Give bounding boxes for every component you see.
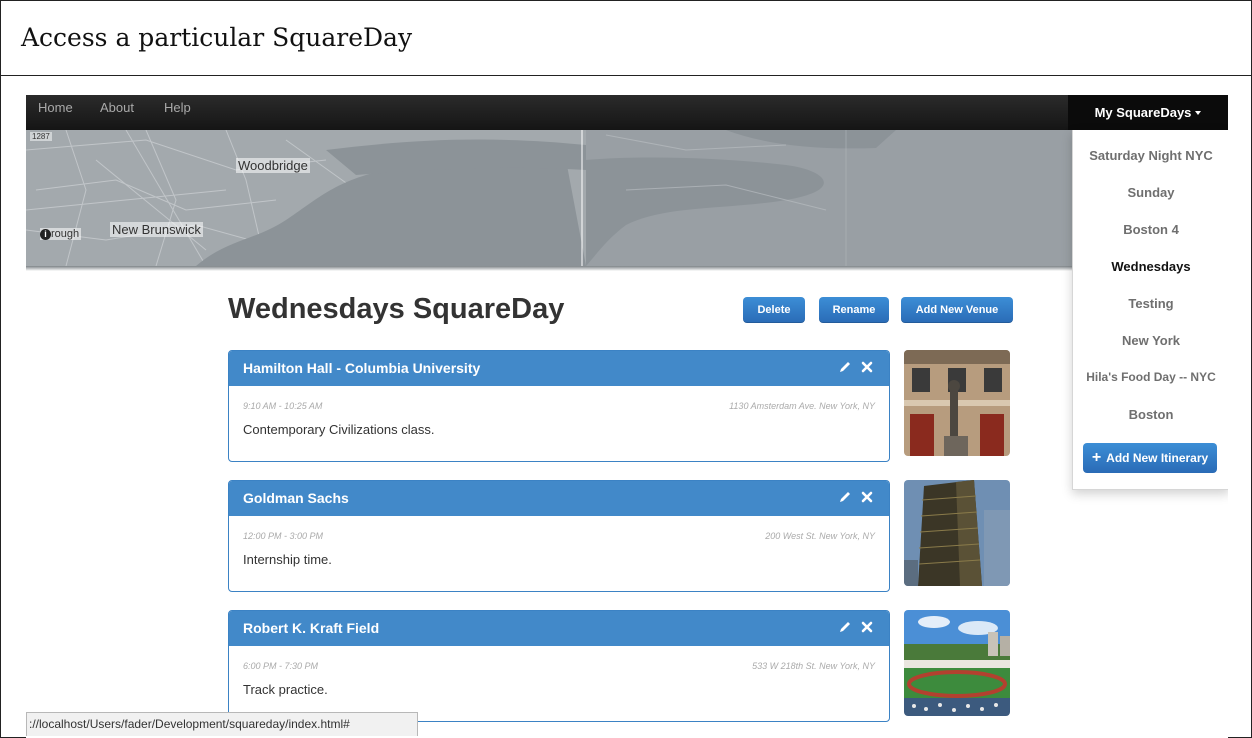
venue-header: Robert K. Kraft Field xyxy=(229,611,889,646)
dropdown-item-boston-4[interactable]: Boston 4 xyxy=(1073,222,1228,237)
nav-about-link[interactable]: About xyxy=(100,100,134,115)
venue-photo-kraft-field xyxy=(904,610,1010,716)
venue-description: Track practice. xyxy=(243,682,328,697)
nav-home-link[interactable]: Home xyxy=(38,100,73,115)
add-new-itinerary-label: Add New Itinerary xyxy=(1106,451,1209,465)
my-squaredays-label: My SquareDays xyxy=(1094,105,1192,120)
map-label-rough: i rough xyxy=(40,228,82,240)
venue-card[interactable]: Robert K. Kraft Field 6:00 PM - 7:30 PM … xyxy=(228,610,890,722)
add-new-venue-button[interactable]: Add New Venue xyxy=(901,297,1013,323)
pencil-icon[interactable] xyxy=(837,359,853,375)
close-icon[interactable] xyxy=(859,489,875,505)
plus-icon: + xyxy=(1091,449,1102,466)
venue-header: Hamilton Hall - Columbia University xyxy=(229,351,889,386)
navbar: Home About Help My SquareDays xyxy=(26,95,1228,130)
venue-photo-hamilton-hall xyxy=(904,350,1010,456)
dropdown-item-sunday[interactable]: Sunday xyxy=(1073,185,1228,200)
info-icon[interactable]: i xyxy=(40,228,51,240)
map-label-new-brunswick: New Brunswick xyxy=(110,222,203,237)
map-graphic xyxy=(26,130,1228,266)
caption-bar: Access a particular SquareDay xyxy=(1,1,1251,76)
venue-address: 533 W 218th St. New York, NY xyxy=(752,661,875,671)
venue-card[interactable]: Goldman Sachs 12:00 PM - 3:00 PM 200 Wes… xyxy=(228,480,890,592)
page-title: Wednesdays SquareDay xyxy=(228,293,565,325)
venue-actions xyxy=(837,359,875,375)
venue-name: Goldman Sachs xyxy=(243,490,349,506)
caption-text: Access a particular SquareDay xyxy=(21,23,413,52)
close-icon[interactable] xyxy=(859,359,875,375)
pencil-icon[interactable] xyxy=(837,489,853,505)
venue-header: Goldman Sachs xyxy=(229,481,889,516)
dropdown-item-testing[interactable]: Testing xyxy=(1073,296,1228,311)
map-banner[interactable]: Woodbridge New Brunswick i rough 1287 xyxy=(26,130,1228,266)
app-window: Home About Help My SquareDays Woodbridge… xyxy=(26,95,1228,738)
add-new-itinerary-button[interactable]: + Add New Itinerary xyxy=(1083,443,1217,473)
dropdown-item-wednesdays[interactable]: Wednesdays xyxy=(1073,259,1228,274)
venue-time: 6:00 PM - 7:30 PM xyxy=(243,661,319,671)
my-squaredays-menu[interactable]: My SquareDays xyxy=(1068,95,1228,130)
my-squaredays-dropdown: Saturday Night NYC Sunday Boston 4 Wedne… xyxy=(1072,130,1228,490)
venue-address: 1130 Amsterdam Ave. New York, NY xyxy=(729,401,875,411)
map-label-route: 1287 xyxy=(30,132,52,141)
venue-name: Robert K. Kraft Field xyxy=(243,620,380,636)
venue-name: Hamilton Hall - Columbia University xyxy=(243,360,481,376)
venue-description: Internship time. xyxy=(243,552,332,567)
caret-down-icon xyxy=(1195,110,1202,115)
venue-address: 200 West St. New York, NY xyxy=(765,531,875,541)
dropdown-item-new-york[interactable]: New York xyxy=(1073,333,1228,348)
dropdown-item-boston[interactable]: Boston xyxy=(1073,407,1228,422)
status-url-bar: ://localhost/Users/fader/Development/squ… xyxy=(26,712,418,736)
pencil-icon[interactable] xyxy=(837,619,853,635)
venue-description: Contemporary Civilizations class. xyxy=(243,422,435,437)
venue-time: 9:10 AM - 10:25 AM xyxy=(243,401,323,411)
venue-actions xyxy=(837,489,875,505)
map-label-woodbridge: Woodbridge xyxy=(236,158,310,173)
venue-card[interactable]: Hamilton Hall - Columbia University 9:10… xyxy=(228,350,890,462)
close-icon[interactable] xyxy=(859,619,875,635)
venue-actions xyxy=(837,619,875,635)
venue-time: 12:00 PM - 3:00 PM xyxy=(243,531,324,541)
nav-help-link[interactable]: Help xyxy=(164,100,191,115)
map-shadow xyxy=(26,266,1228,271)
delete-button[interactable]: Delete xyxy=(743,297,805,323)
venue-photo-goldman-sachs xyxy=(904,480,1010,586)
rename-button[interactable]: Rename xyxy=(819,297,889,323)
dropdown-item-hilas-food-day[interactable]: Hila's Food Day -- NYC xyxy=(1073,370,1228,384)
dropdown-item-saturday-night-nyc[interactable]: Saturday Night NYC xyxy=(1073,148,1228,163)
